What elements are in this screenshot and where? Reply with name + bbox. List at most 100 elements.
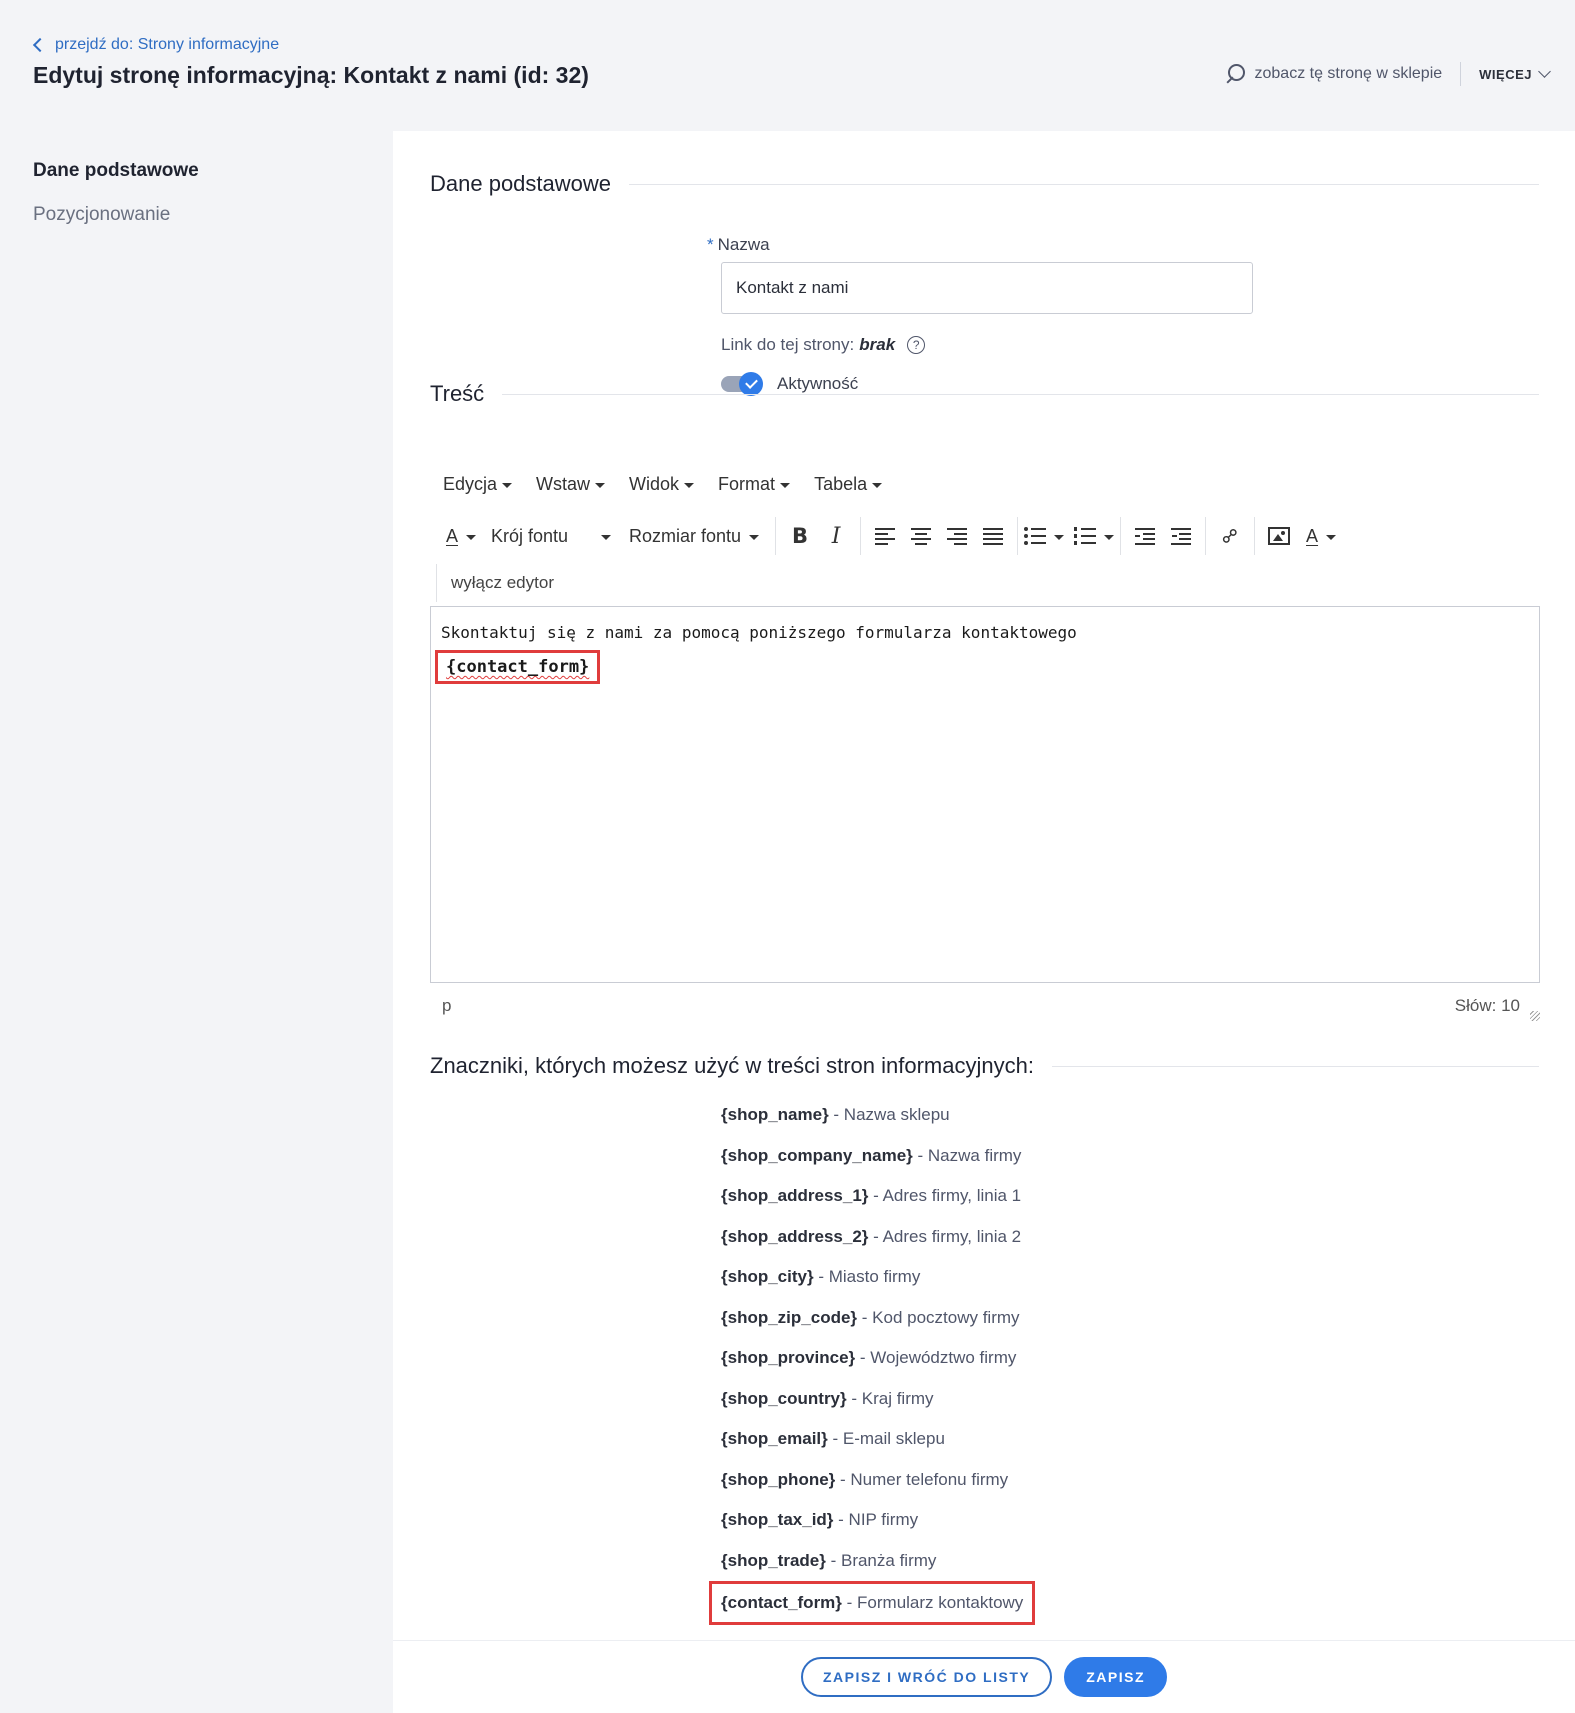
menu-view[interactable]: Widok	[629, 474, 695, 495]
caret-down-icon	[749, 534, 760, 540]
menu-format[interactable]: Format	[718, 474, 791, 495]
menu-insert[interactable]: Wstaw	[536, 474, 606, 495]
list-item: {shop_province} - Województwo firmy	[721, 1348, 1017, 1367]
list-item: {shop_zip_code} - Kod pocztowy firmy	[721, 1307, 1020, 1327]
section-title: Treść	[430, 381, 485, 406]
numbered-list-button[interactable]	[1074, 518, 1115, 554]
caret-down-icon	[780, 483, 791, 488]
bg-color-icon: A	[1306, 525, 1319, 546]
justify-button[interactable]	[975, 518, 1011, 554]
list-item: {shop_phone} - Numer telefonu firmy	[721, 1469, 1009, 1489]
menu-table[interactable]: Tabela	[814, 474, 883, 495]
view-in-shop-link[interactable]: zobacz tę stronę w sklepie	[1255, 65, 1443, 83]
chevron-left-icon	[32, 37, 48, 53]
caret-down-icon	[1104, 534, 1115, 540]
save-and-back-button[interactable]: ZAPISZ I WRÓĆ DO LISTY	[800, 1657, 1053, 1697]
insert-link-button[interactable]: ⚯	[1212, 518, 1248, 554]
chevron-down-icon	[1538, 65, 1551, 78]
tags-list: {shop_name} - Nazwa sklepu {shop_company…	[709, 1095, 1036, 1625]
numbered-list-icon	[1074, 527, 1097, 545]
justify-icon	[983, 528, 1004, 545]
text-color-button[interactable]: A	[443, 518, 479, 554]
divider	[502, 393, 1539, 395]
more-button[interactable]: WIĘCEJ	[1479, 65, 1551, 82]
breadcrumb-link[interactable]: przejdź do: Strony informacyjne	[55, 36, 279, 54]
align-center-icon	[911, 528, 932, 545]
menu-edit[interactable]: Edycja	[443, 474, 513, 495]
name-label: * Nazwa	[707, 235, 770, 254]
align-center-button[interactable]	[903, 518, 939, 554]
bullet-list-button[interactable]	[1024, 518, 1065, 554]
list-item: {shop_address_1} - Adres firmy, linia 1	[721, 1186, 1022, 1205]
divider	[1017, 517, 1019, 555]
list-item: {shop_city} - Miasto firmy	[721, 1267, 921, 1286]
section-tags: Znaczniki, których możesz użyć w treści …	[430, 1053, 1539, 1079]
top-bar: przejdź do: Strony informacyjne Edytuj s…	[0, 0, 1575, 130]
italic-button[interactable]: I	[818, 518, 854, 554]
main-panel: Dane podstawowe *Nazwa Link do tej stron…	[393, 131, 1575, 1713]
bold-button[interactable]: B	[782, 518, 818, 554]
insert-image-button[interactable]	[1261, 518, 1297, 554]
section-title: Znaczniki, których możesz użyć w treści …	[430, 1053, 1034, 1078]
page-title: Edytuj stronę informacyjną: Kontakt z na…	[33, 62, 589, 88]
list-item: {shop_email} - E-mail sklepu	[721, 1429, 945, 1448]
caret-down-icon	[601, 534, 611, 540]
bullet-list-icon	[1024, 527, 1047, 545]
help-icon[interactable]: ?	[907, 336, 926, 354]
caret-down-icon	[466, 534, 476, 540]
editor-contact-form-tag: {contact_form}	[435, 650, 601, 684]
page-link-info: Link do tej strony: brak ?	[721, 335, 926, 355]
divider	[436, 564, 437, 602]
divider	[1051, 1065, 1539, 1067]
outdent-button[interactable]	[1127, 518, 1163, 554]
align-left-button[interactable]	[867, 518, 903, 554]
search-icon[interactable]	[1225, 64, 1245, 84]
sidebar-item-basic-data[interactable]: Dane podstawowe	[33, 160, 199, 182]
footer-actions: ZAPISZ I WRÓĆ DO LISTY ZAPISZ	[393, 1640, 1575, 1713]
side-nav: Dane podstawowe Pozycjonowanie	[33, 160, 199, 248]
image-icon	[1268, 527, 1291, 545]
list-item: {shop_address_2} - Adres firmy, linia 2	[721, 1226, 1022, 1246]
editor-paragraph: Skontaktuj się z nami za pomocą poniższe…	[441, 623, 1077, 642]
required-marker: *	[707, 235, 714, 254]
divider	[860, 517, 862, 555]
list-item: {shop_tax_id} - NIP firmy	[721, 1510, 919, 1529]
list-item-contact-form: {contact_form} - Formularz kontaktowy	[709, 1581, 1036, 1625]
align-left-icon	[875, 528, 896, 545]
list-item: {shop_trade} - Branża firmy	[721, 1550, 937, 1570]
section-title: Dane podstawowe	[430, 171, 612, 196]
resize-handle-icon[interactable]	[1530, 1011, 1540, 1021]
divider	[1460, 62, 1462, 86]
rich-text-editor[interactable]: Skontaktuj się z nami za pomocą poniższe…	[430, 606, 1540, 983]
list-item: {shop_name} - Nazwa sklepu	[721, 1105, 950, 1124]
link-value: brak	[859, 335, 896, 354]
caret-down-icon	[502, 483, 513, 488]
editor-toolbar-secondary: wyłącz edytor	[436, 564, 554, 602]
editor-statusbar: p Słów: 10	[430, 991, 1540, 1021]
align-right-button[interactable]	[939, 518, 975, 554]
save-button[interactable]: ZAPISZ	[1064, 1657, 1167, 1697]
align-right-icon	[947, 528, 968, 545]
font-family-select[interactable]: Krój fontu	[479, 518, 619, 554]
word-count: Słów: 10	[1454, 996, 1520, 1015]
font-size-select[interactable]: Rozmiar fontu	[619, 518, 769, 554]
more-label: WIĘCEJ	[1479, 66, 1532, 82]
caret-down-icon	[595, 483, 606, 488]
text-color-icon: A	[445, 525, 458, 546]
sidebar-item-seo[interactable]: Pozycjonowanie	[33, 204, 199, 226]
list-item: {shop_country} - Kraj firmy	[721, 1388, 934, 1408]
link-icon: ⚯	[1216, 522, 1245, 551]
divider	[629, 183, 1539, 185]
breadcrumb[interactable]: przejdź do: Strony informacyjne	[32, 36, 279, 54]
bg-color-button[interactable]: A	[1303, 518, 1339, 554]
list-item: {shop_company_name} - Nazwa firmy	[721, 1145, 1022, 1165]
divider	[775, 517, 777, 555]
caret-down-icon	[1326, 534, 1337, 540]
indent-button[interactable]	[1163, 518, 1199, 554]
link-label: Link do tej strony:	[721, 335, 855, 354]
divider	[1120, 517, 1122, 555]
caret-down-icon	[872, 483, 883, 488]
element-path[interactable]: p	[442, 996, 451, 1016]
name-input[interactable]	[721, 262, 1253, 314]
disable-editor-button[interactable]: wyłącz edytor	[451, 573, 554, 593]
